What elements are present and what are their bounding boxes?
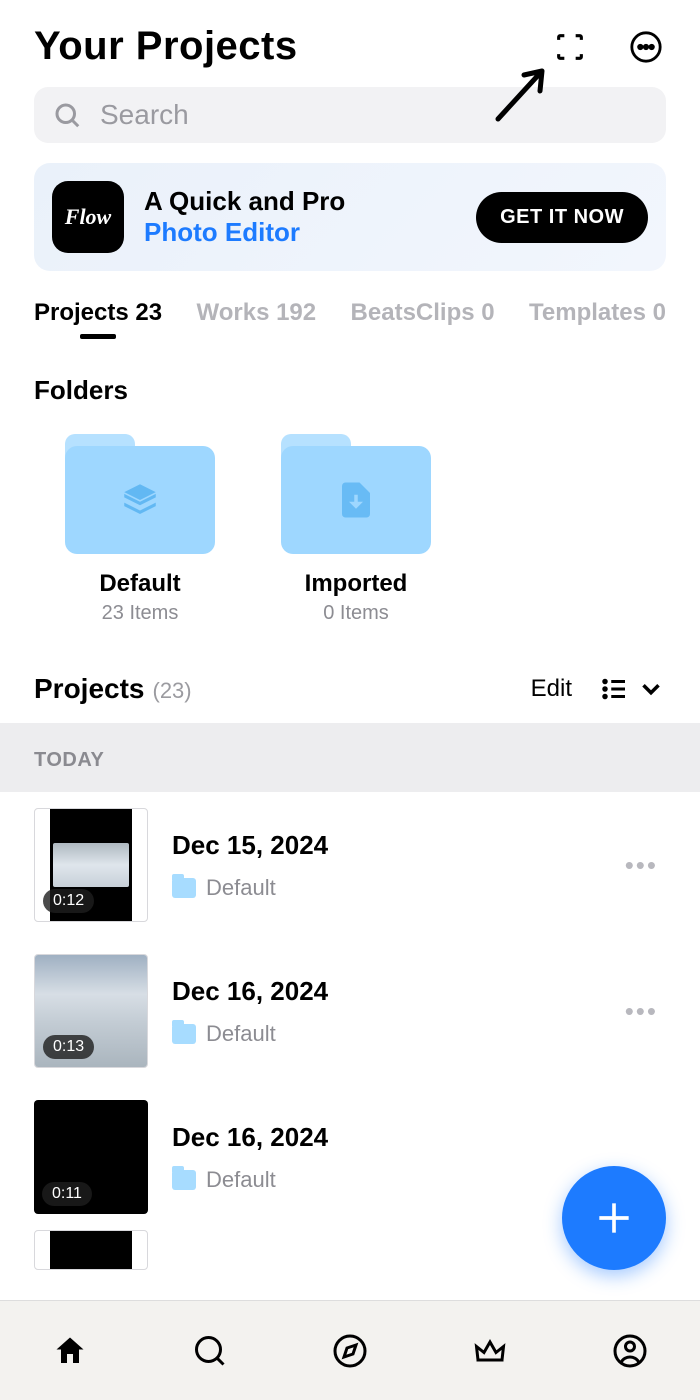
promo-cta-button[interactable]: GET IT NOW xyxy=(476,192,648,243)
folder-imported[interactable]: Imported 0 Items xyxy=(266,434,446,625)
folder-name: Imported xyxy=(305,570,408,598)
folder-default[interactable]: Default 23 Items xyxy=(50,434,230,625)
item-more-button[interactable]: ••• xyxy=(617,842,666,889)
tab-projects[interactable]: Projects 23 xyxy=(34,299,162,335)
nav-profile[interactable] xyxy=(606,1327,654,1375)
project-folder-label: Default xyxy=(172,1021,593,1047)
bottom-nav xyxy=(0,1300,700,1400)
nav-explore[interactable] xyxy=(326,1327,374,1375)
nav-search[interactable] xyxy=(186,1327,234,1375)
promo-app-icon: Flow xyxy=(52,181,124,253)
item-more-button[interactable]: ••• xyxy=(617,988,666,1035)
project-thumbnail xyxy=(34,1230,148,1270)
page-title: Your Projects xyxy=(34,24,298,69)
folders-heading: Folders xyxy=(0,339,700,416)
profile-icon xyxy=(612,1333,648,1369)
compass-icon xyxy=(332,1333,368,1369)
promo-subtitle: Photo Editor xyxy=(144,217,456,248)
search-input[interactable] xyxy=(100,99,648,131)
folder-name: Default xyxy=(99,570,180,598)
project-thumbnail: 0:11 xyxy=(34,1100,148,1214)
project-thumbnail: 0:12 xyxy=(34,808,148,922)
search-bar[interactable] xyxy=(34,87,666,143)
more-button[interactable] xyxy=(626,27,666,67)
list-view-icon xyxy=(600,674,630,704)
folders-row: Default 23 Items Imported 0 Items xyxy=(0,416,700,625)
header: Your Projects xyxy=(0,0,700,87)
folder-count: 0 Items xyxy=(323,602,389,625)
duration-badge: 0:13 xyxy=(43,1035,94,1059)
tab-beatsclips[interactable]: BeatsClips 0 xyxy=(351,299,495,335)
scan-button[interactable] xyxy=(550,27,590,67)
duration-badge: 0:11 xyxy=(42,1182,92,1206)
projects-count: (23) xyxy=(153,678,192,704)
more-horizontal-circle-icon xyxy=(629,30,663,64)
folder-icon xyxy=(65,434,215,552)
project-thumbnail: 0:13 xyxy=(34,954,148,1068)
edit-button[interactable]: Edit xyxy=(531,675,572,703)
promo-banner[interactable]: Flow A Quick and Pro Photo Editor GET IT… xyxy=(34,163,666,271)
search-icon xyxy=(52,100,82,130)
project-item[interactable]: 0:13 Dec 16, 2024 Default ••• xyxy=(0,938,700,1084)
search-icon xyxy=(192,1333,228,1369)
project-item[interactable]: 0:12 Dec 15, 2024 Default ••• xyxy=(0,792,700,938)
project-folder-label: Default xyxy=(172,875,593,901)
view-toggle[interactable] xyxy=(600,674,666,704)
new-project-fab[interactable] xyxy=(562,1166,666,1270)
chevron-down-icon xyxy=(636,674,666,704)
stack-icon xyxy=(119,479,161,521)
project-date: Dec 16, 2024 xyxy=(172,976,593,1007)
project-date: Dec 16, 2024 xyxy=(172,1122,666,1153)
project-date: Dec 15, 2024 xyxy=(172,830,593,861)
projects-section-header: Projects (23) Edit xyxy=(0,625,700,723)
folder-count: 23 Items xyxy=(102,602,179,625)
promo-text: A Quick and Pro Photo Editor xyxy=(144,186,456,248)
home-icon xyxy=(52,1333,88,1369)
mini-folder-icon xyxy=(172,878,196,898)
tab-templates[interactable]: Templates 0 xyxy=(529,299,666,335)
nav-home[interactable] xyxy=(46,1327,94,1375)
nav-premium[interactable] xyxy=(466,1327,514,1375)
folder-icon xyxy=(281,434,431,552)
mini-folder-icon xyxy=(172,1170,196,1190)
projects-title: Projects xyxy=(34,673,145,705)
tabs-row: Projects 23 Works 192 BeatsClips 0 Templ… xyxy=(0,271,700,339)
duration-badge: 0:12 xyxy=(43,889,94,913)
import-file-icon xyxy=(335,479,377,521)
promo-title: A Quick and Pro xyxy=(144,186,456,217)
date-separator: TODAY xyxy=(0,723,700,792)
plus-icon xyxy=(592,1196,636,1240)
scan-icon xyxy=(553,30,587,64)
tab-works[interactable]: Works 192 xyxy=(197,299,317,335)
mini-folder-icon xyxy=(172,1024,196,1044)
crown-icon xyxy=(472,1333,508,1369)
